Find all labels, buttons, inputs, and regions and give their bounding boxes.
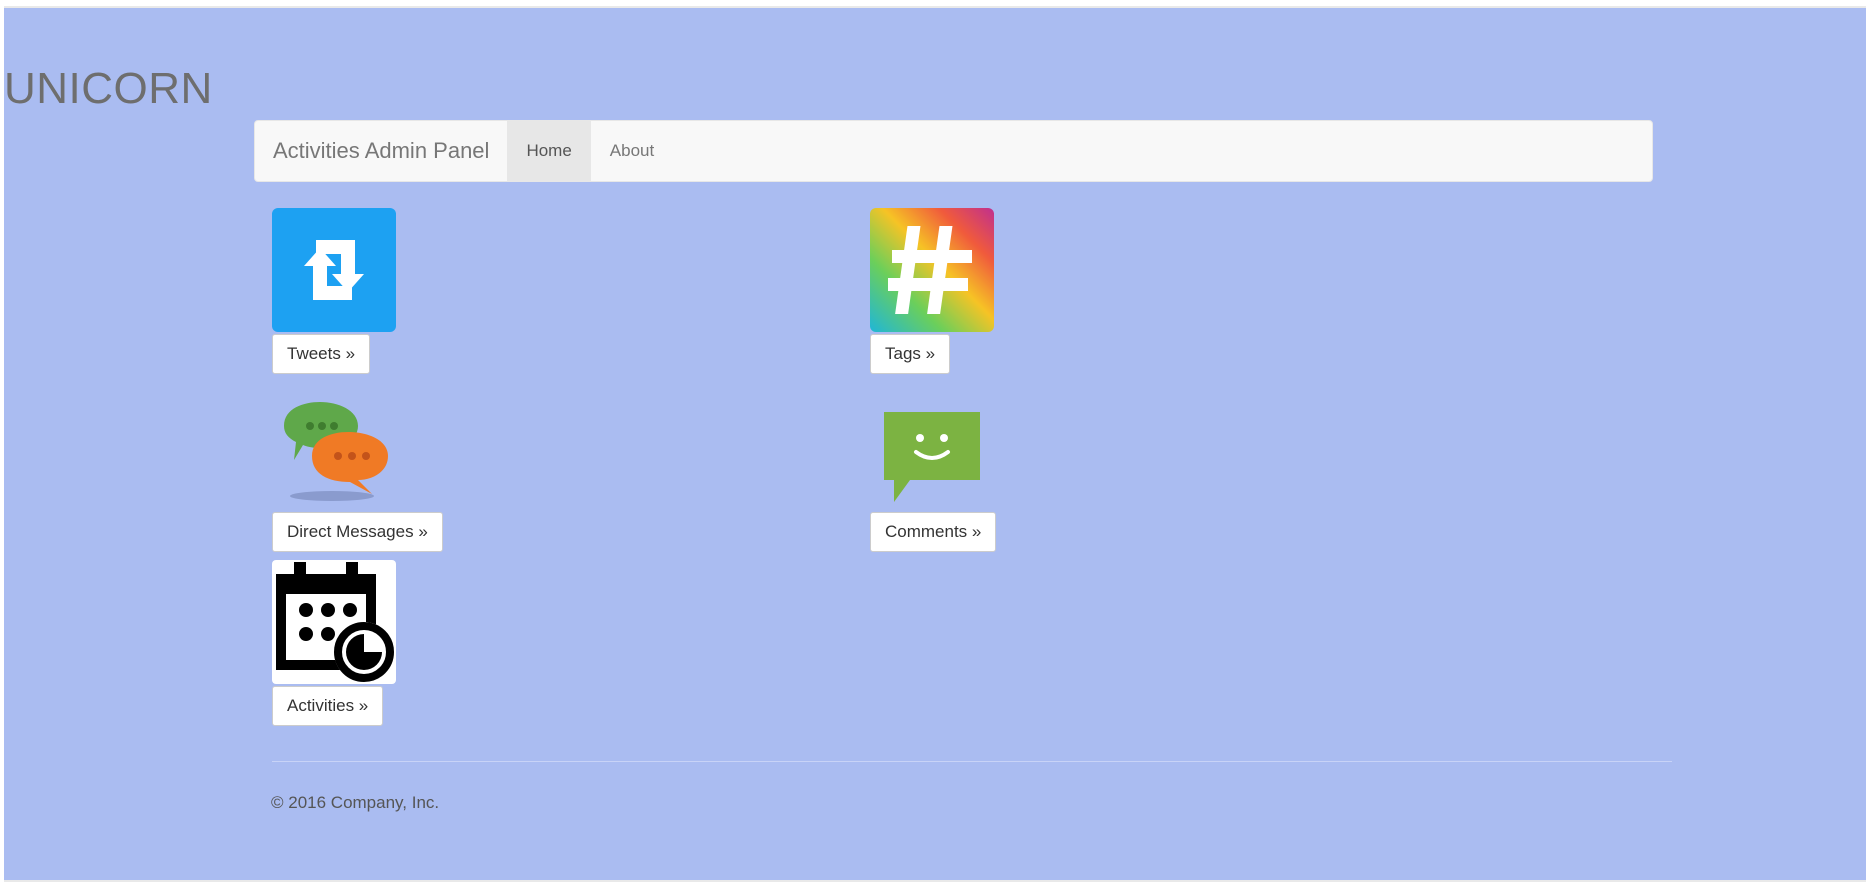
direct-messages-button[interactable]: Direct Messages » bbox=[272, 512, 443, 552]
tile-direct-messages: Direct Messages » bbox=[272, 396, 443, 552]
nav-item-home[interactable]: Home bbox=[507, 121, 591, 181]
comments-button[interactable]: Comments » bbox=[870, 512, 997, 552]
tile-tweets: Tweets » bbox=[272, 208, 396, 374]
hashtag-icon bbox=[870, 208, 994, 332]
smiley-comment-icon bbox=[870, 408, 994, 508]
retweet-icon bbox=[272, 208, 396, 332]
activities-button[interactable]: Activities » bbox=[272, 686, 384, 726]
chat-bubbles-icon bbox=[272, 396, 396, 504]
tile-activities: Activities » bbox=[272, 560, 396, 726]
tweets-button[interactable]: Tweets » bbox=[272, 334, 371, 374]
tile-comments: Comments » bbox=[870, 408, 997, 552]
page: UNICORN Activities Admin Panel Home Abou… bbox=[4, 6, 1866, 882]
footer-divider bbox=[272, 761, 1672, 762]
app-title: UNICORN bbox=[4, 64, 213, 113]
navbar: Activities Admin Panel Home About bbox=[254, 120, 1653, 182]
tags-button[interactable]: Tags » bbox=[870, 334, 951, 374]
tile-tags: Tags » bbox=[870, 208, 994, 374]
footer-copyright: © 2016 Company, Inc. bbox=[271, 793, 440, 812]
nav-item-about[interactable]: About bbox=[591, 121, 673, 181]
calendar-clock-icon bbox=[272, 560, 396, 684]
navbar-brand[interactable]: Activities Admin Panel bbox=[255, 121, 507, 181]
